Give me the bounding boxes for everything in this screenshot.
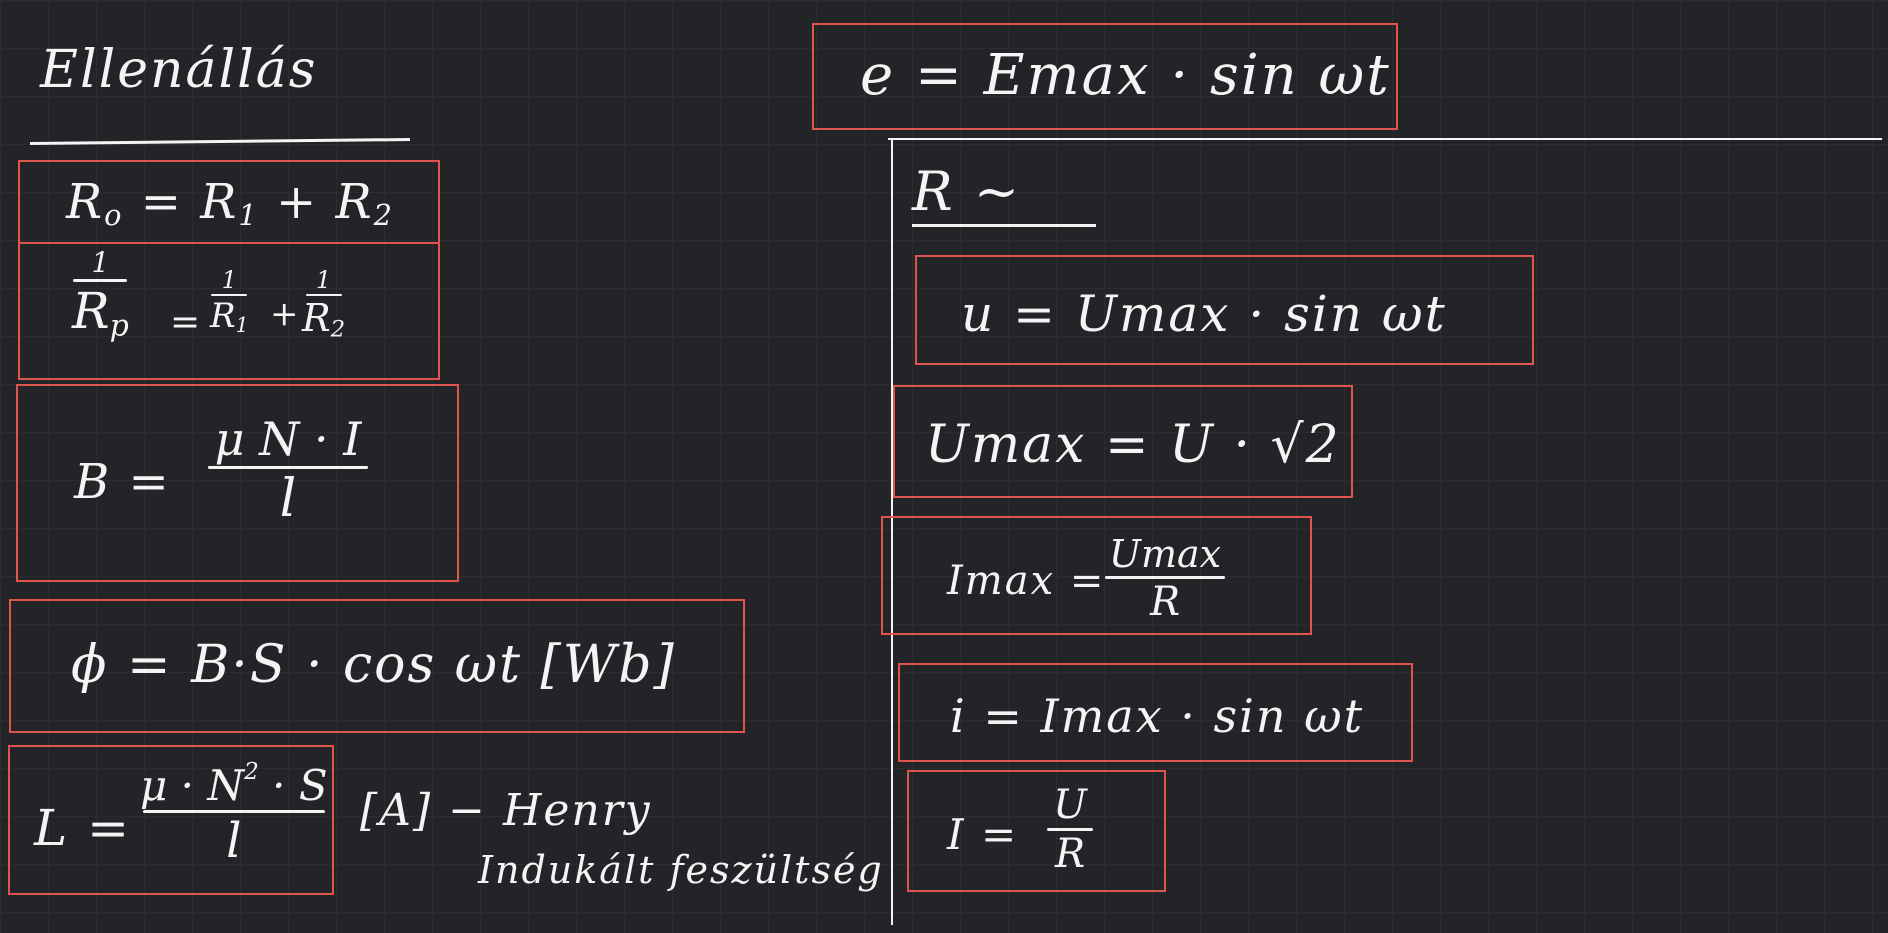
imax-box: Imax = Umax R: [881, 516, 1312, 635]
parallel-resistance-box: 1 Rp = 1 R1 + 1 R2: [18, 242, 440, 380]
umax-box: Umax = U · √2: [893, 385, 1353, 498]
inductance-lhs: L =: [34, 799, 131, 857]
series-formula: Ro = R1 + R2: [66, 174, 394, 233]
parallel-equals: =: [170, 302, 203, 343]
ohms-law-box: I = U R: [907, 770, 1166, 892]
umax-formula: Umax = U · √2: [925, 415, 1341, 475]
inductance-fraction: μ · N2 · S l: [140, 759, 328, 869]
current-instant-formula: i = Imax · sin ωt: [950, 689, 1365, 743]
voltage-instant-box: u = Umax · sin ωt: [915, 255, 1534, 365]
series-resistance-box: Ro = R1 + R2: [18, 160, 440, 244]
emf-formula: e = Emax · sin ωt: [860, 43, 1391, 108]
induced-voltage-note: Indukált feszültség: [478, 848, 884, 892]
whiteboard-canvas[interactable]: Ellenállás Ro = R1 + R2 1 Rp = 1 R1 + 1 …: [0, 0, 1888, 933]
b-field-fraction: μ N · I l: [208, 412, 368, 529]
current-instant-box: i = Imax · sin ωt: [898, 663, 1413, 762]
section-underline: [912, 224, 1096, 227]
voltage-instant-formula: u = Umax · sin ωt: [961, 285, 1447, 343]
b-field-lhs: B =: [74, 454, 171, 510]
parallel-lhs-fraction: 1 Rp: [72, 246, 129, 344]
emf-box: e = Emax · sin ωt: [812, 23, 1398, 130]
flux-formula: ϕ = B·S · cos ωt [Wb]: [71, 635, 676, 695]
heading-underline: [29, 138, 411, 145]
section-title-ac-resistor: R ~: [912, 160, 1022, 223]
inductance-box: L = μ · N2 · S l: [8, 745, 334, 895]
magnetic-field-box: B = μ N · I l: [16, 384, 459, 582]
parallel-plus: +: [270, 294, 301, 334]
imax-lhs: Imax =: [947, 558, 1106, 604]
imax-fraction: Umax R: [1105, 532, 1225, 625]
parallel-term2: 1 R2: [302, 266, 346, 343]
ohms-law-fraction: U R: [1047, 782, 1093, 877]
heading-ellenallas: Ellenállás: [40, 40, 318, 100]
magnetic-flux-box: ϕ = B·S · cos ωt [Wb]: [9, 599, 745, 733]
ohms-law-lhs: I =: [947, 810, 1019, 859]
divider-horizontal: [888, 138, 1882, 140]
parallel-term1: 1 R1: [210, 266, 249, 338]
henry-unit-note: [A] − Henry: [360, 785, 652, 836]
